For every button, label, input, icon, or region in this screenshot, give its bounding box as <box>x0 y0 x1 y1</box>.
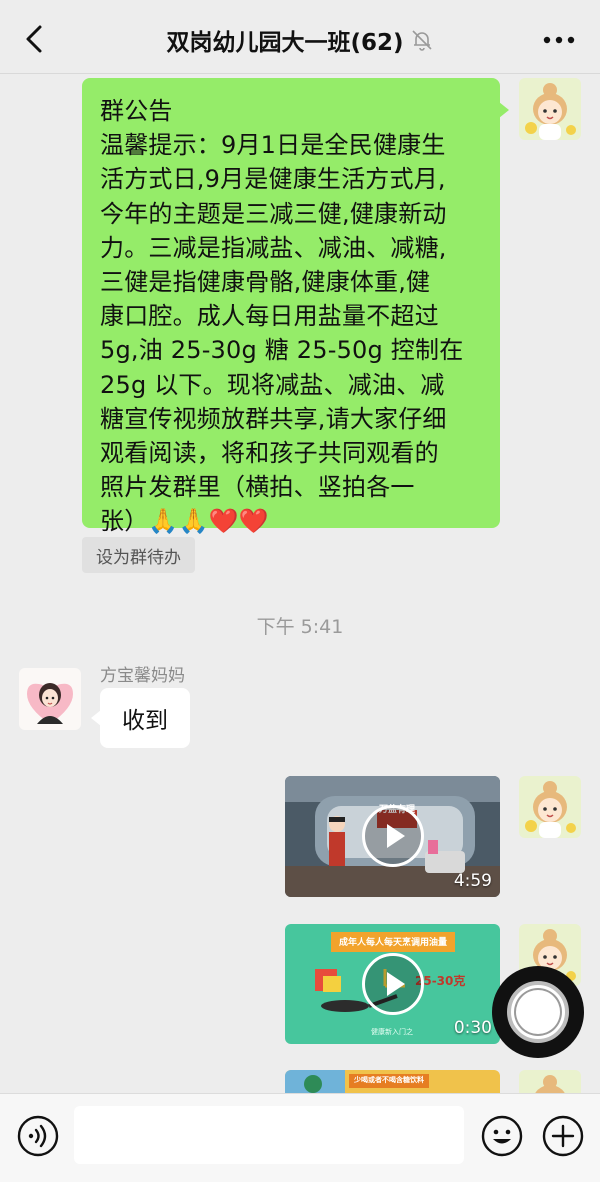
chat-title: 双岗幼儿园大一班(62) <box>166 30 404 56</box>
announcement-line: 观看阅读，将和孩子共同观看的 <box>100 439 439 468</box>
self-avatar[interactable] <box>519 776 581 838</box>
record-ring-icon <box>507 981 569 1043</box>
announcement-line: 今年的主题是三减三健,健康新动 <box>100 199 447 228</box>
emoji-icon[interactable] <box>480 1114 524 1158</box>
self-avatar[interactable] <box>519 78 581 140</box>
message-input[interactable] <box>74 1106 464 1164</box>
floating-record-button[interactable] <box>492 966 584 1058</box>
set-group-todo-button[interactable]: 设为群待办 <box>82 537 195 573</box>
video-banner-text: 成年人每人每天烹调用油量 <box>338 938 447 948</box>
reply-text: 收到 <box>122 708 168 734</box>
record-core <box>514 988 562 1036</box>
self-avatar[interactable] <box>519 1070 581 1093</box>
announcement-line: 温馨提示：9月1日是全民健康生 <box>100 131 446 160</box>
announcement-line: 康口腔。成人每日用盐量不超过 <box>100 302 439 331</box>
announcement-line: 张）🙏🙏❤️❤️ <box>100 507 269 536</box>
message-timestamp: 下午 5:41 <box>256 616 344 638</box>
announcement-line: 糖宣传视频放群共享,请大家仔细 <box>100 404 447 433</box>
video-duration: 4:59 <box>453 871 492 891</box>
play-button-icon[interactable] <box>362 953 424 1015</box>
video-duration: 0:30 <box>453 1018 492 1038</box>
cartoon-girl-avatar-icon <box>535 1075 565 1093</box>
announcement-line: 群公告 <box>100 97 173 125</box>
sender-avatar[interactable] <box>19 668 81 730</box>
video-banner-text: 少喝或者不喝含糖饮料 <box>354 1076 424 1084</box>
sender-name: 方宝馨妈妈 <box>100 666 185 686</box>
announcement-line: 照片发群里（横拍、竖拍各一 <box>100 473 415 502</box>
video-footer-text: 健康新入门之 <box>371 1028 413 1036</box>
announcement-line: 三健是指健康骨骼,健康体重,健 <box>100 268 431 297</box>
voice-icon[interactable] <box>16 1114 60 1158</box>
announcement-line: 5g,油 25-30g 糖 25-50g 控制在 <box>100 336 464 365</box>
chevron-left-icon[interactable] <box>18 22 52 56</box>
plus-icon[interactable] <box>541 1114 585 1158</box>
cartoon-woman-avatar-icon <box>27 683 73 724</box>
cartoon-girl-avatar-icon <box>525 83 576 140</box>
announcement-line: 25g 以下。现将减盐、减油、减 <box>100 370 445 399</box>
chat-title-wrap[interactable]: 双岗幼儿园大一班(62) <box>120 22 480 58</box>
bell-off-icon <box>411 30 432 51</box>
cartoon-girl-avatar-icon <box>525 781 576 838</box>
chat-header: 双岗幼儿园大一班(62) <box>0 0 600 74</box>
more-dots-icon[interactable] <box>542 30 576 50</box>
chat-input-bar <box>0 1093 600 1182</box>
reply-message-bubble[interactable]: 收到 <box>91 688 190 748</box>
video-message[interactable]: 万盐有理 4:59 <box>285 776 500 897</box>
play-button-icon[interactable] <box>362 805 424 867</box>
announcement-message-bubble[interactable]: 群公告 温馨提示：9月1日是全民健康生 活方式日,9月是健康生活方式月, 今年的… <box>82 78 509 535</box>
announcement-line: 活方式日,9月是健康生活方式月, <box>100 165 446 194</box>
video-message[interactable]: 少喝或者不喝含糖饮料 <box>285 1070 500 1093</box>
announcement-line: 力。三减是指减盐、减油、减糖, <box>100 233 447 262</box>
video-message[interactable]: 成年人每人每天烹调用油量 25-30克 健康新入门之 0:30 <box>285 924 500 1044</box>
